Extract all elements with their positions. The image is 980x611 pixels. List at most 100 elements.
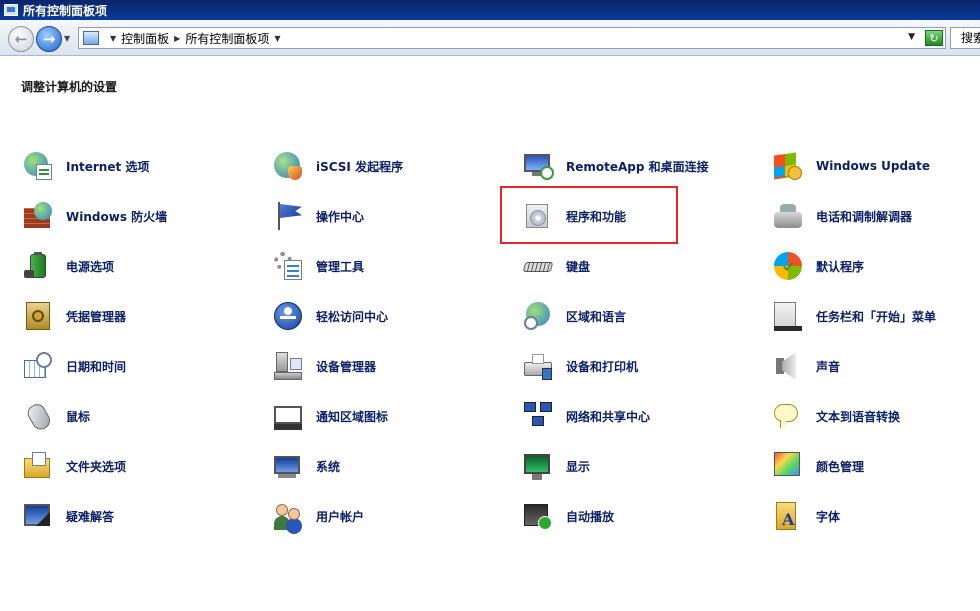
control-panel-icon	[83, 31, 99, 45]
control-panel-item-label[interactable]: 凭据管理器	[66, 308, 126, 325]
control-panel-item-label[interactable]: 文本到语音转换	[816, 408, 900, 425]
arrow-left-icon: ←	[14, 30, 28, 48]
control-panel-item-label[interactable]: RemoteApp 和桌面连接	[566, 158, 709, 175]
control-panel-item[interactable]: Windows 防火墙	[22, 198, 167, 234]
control-panel-item[interactable]: 键盘	[522, 248, 590, 284]
control-panel-item[interactable]: 鼠标	[22, 398, 90, 434]
control-panel-item-label[interactable]: 键盘	[566, 258, 590, 275]
control-panel-item[interactable]: 用户帐户	[272, 498, 364, 534]
control-panel-item[interactable]: A 字体	[772, 498, 840, 534]
control-panel-item-label[interactable]: 程序和功能	[566, 208, 626, 225]
recent-pages-dropdown[interactable]: ▼	[64, 34, 70, 43]
control-panel-item[interactable]: 任务栏和「开始」菜单	[772, 298, 936, 334]
control-panel-item-label[interactable]: 鼠标	[66, 408, 90, 425]
control-panel-item[interactable]: 区域和语言	[522, 298, 626, 334]
control-panel-item[interactable]: 日期和时间	[22, 348, 126, 384]
breadcrumb-arrow-icon[interactable]: ▼	[110, 34, 116, 43]
window-title: 所有控制面板项	[23, 3, 108, 18]
control-panel-item-label[interactable]: 设备和打印机	[566, 358, 638, 375]
control-panel-item[interactable]: 显示	[522, 448, 590, 484]
control-panel-item-label[interactable]: 疑难解答	[66, 508, 114, 525]
troubleshooting-icon	[22, 500, 54, 532]
control-panel-item[interactable]: 设备和打印机	[522, 348, 638, 384]
arrow-right-icon: →	[42, 30, 56, 48]
breadcrumb-arrow-icon[interactable]: ▶	[174, 34, 180, 43]
phone-modem-icon	[772, 200, 804, 232]
control-panel-item[interactable]: Windows Update	[772, 148, 930, 184]
control-panel-item[interactable]: 凭据管理器	[22, 298, 126, 334]
control-panel-item[interactable]: 通知区域图标	[272, 398, 388, 434]
control-panel-item-label[interactable]: 电源选项	[66, 258, 114, 275]
power-options-icon	[22, 250, 54, 282]
control-panel-item-label[interactable]: 区域和语言	[566, 308, 626, 325]
control-panel-item-label[interactable]: 设备管理器	[316, 358, 376, 375]
control-panel-item[interactable]: 自动播放	[522, 498, 614, 534]
control-panel-item[interactable]: 轻松访问中心	[272, 298, 388, 334]
control-panel-item[interactable]: 声音	[772, 348, 840, 384]
control-panel-item-label[interactable]: 管理工具	[316, 258, 364, 275]
chevron-down-icon: ▼	[64, 34, 71, 43]
control-panel-item[interactable]: 设备管理器	[272, 348, 376, 384]
window-titlebar: 所有控制面板项	[0, 0, 980, 20]
navigation-bar: ← → ▼ ▼ 控制面板 ▶ 所有控制面板项 ▼ ▼ ↻ 搜索	[0, 20, 980, 56]
display-icon	[522, 450, 554, 482]
control-panel-item[interactable]: 系统	[272, 448, 340, 484]
fonts-icon: A	[772, 500, 804, 532]
control-panel-item[interactable]: 电源选项	[22, 248, 114, 284]
control-panel-item[interactable]: RemoteApp 和桌面连接	[522, 148, 709, 184]
devices-printers-icon	[522, 350, 554, 382]
control-panel-item[interactable]: 程序和功能	[522, 198, 626, 234]
programs-features-icon	[522, 200, 554, 232]
control-panel-item[interactable]: 文本到语音转换	[772, 398, 900, 434]
control-panel-item-label[interactable]: Internet 选项	[66, 158, 149, 175]
control-panel-item[interactable]: 管理工具	[272, 248, 364, 284]
breadcrumb-control-panel[interactable]: 控制面板	[121, 30, 169, 47]
control-panel-item-label[interactable]: 电话和调制解调器	[816, 208, 912, 225]
control-panel-item-label[interactable]: 字体	[816, 508, 840, 525]
credential-manager-icon	[22, 300, 54, 332]
control-panel-item[interactable]: 疑难解答	[22, 498, 114, 534]
control-panel-item-label[interactable]: 声音	[816, 358, 840, 375]
control-panel-item[interactable]: Internet 选项	[22, 148, 149, 184]
forward-button[interactable]: →	[36, 26, 62, 52]
control-panel-item-label[interactable]: 自动播放	[566, 508, 614, 525]
back-button[interactable]: ←	[8, 26, 34, 52]
control-panel-item[interactable]: iSCSI 发起程序	[272, 148, 403, 184]
breadcrumb-arrow-icon[interactable]: ▼	[274, 34, 280, 43]
control-panel-item-label[interactable]: 默认程序	[816, 258, 864, 275]
search-input[interactable]: 搜索	[950, 27, 980, 49]
remoteapp-icon	[522, 150, 554, 182]
address-history-dropdown[interactable]: ▼	[908, 32, 915, 42]
control-panel-item-label[interactable]: 操作中心	[316, 208, 364, 225]
ease-of-access-icon	[272, 300, 304, 332]
folder-options-icon	[22, 450, 54, 482]
control-panel-item[interactable]: 网络和共享中心	[522, 398, 650, 434]
control-panel-item-label[interactable]: 显示	[566, 458, 590, 475]
control-panel-item-label[interactable]: 颜色管理	[816, 458, 864, 475]
control-panel-item-label[interactable]: 任务栏和「开始」菜单	[816, 308, 936, 325]
breadcrumb-all-items[interactable]: 所有控制面板项	[185, 30, 269, 47]
device-manager-icon	[272, 350, 304, 382]
control-panel-item[interactable]: 文件夹选项	[22, 448, 126, 484]
control-panel-item-label[interactable]: 日期和时间	[66, 358, 126, 375]
taskbar-start-menu-icon	[772, 300, 804, 332]
control-panel-item[interactable]: 颜色管理	[772, 448, 864, 484]
control-panel-item[interactable]: 电话和调制解调器	[772, 198, 912, 234]
control-panel-item-label[interactable]: 用户帐户	[316, 508, 364, 525]
control-panel-item-label[interactable]: 轻松访问中心	[316, 308, 388, 325]
notification-area-icon	[272, 400, 304, 432]
page-heading: 调整计算机的设置	[21, 80, 118, 94]
control-panel-item-label[interactable]: 系统	[316, 458, 340, 475]
control-panel-item-label[interactable]: 网络和共享中心	[566, 408, 650, 425]
address-bar[interactable]: ▼ 控制面板 ▶ 所有控制面板项 ▼ ▼ ↻	[78, 27, 946, 49]
control-panel-item[interactable]: 操作中心	[272, 198, 364, 234]
refresh-button[interactable]: ↻	[925, 30, 943, 46]
control-panel-item-label[interactable]: 文件夹选项	[66, 458, 126, 475]
text-to-speech-icon	[772, 400, 804, 432]
refresh-icon: ↻	[929, 31, 939, 45]
control-panel-item[interactable]: 默认程序	[772, 248, 864, 284]
control-panel-item-label[interactable]: iSCSI 发起程序	[316, 158, 403, 175]
control-panel-item-label[interactable]: 通知区域图标	[316, 408, 388, 425]
control-panel-item-label[interactable]: Windows 防火墙	[66, 208, 167, 225]
control-panel-item-label[interactable]: Windows Update	[816, 159, 930, 173]
